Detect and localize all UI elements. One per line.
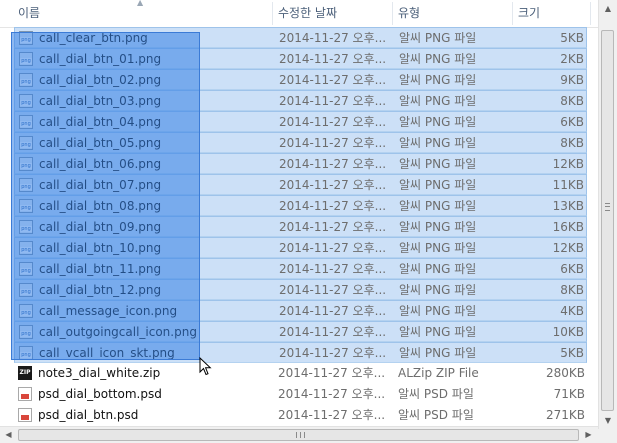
file-date: 2014-11-27 오후... [279, 346, 387, 360]
column-divider[interactable] [272, 2, 273, 25]
file-date: 2014-11-27 오후... [279, 262, 387, 276]
scroll-grip-icon [296, 432, 305, 438]
zip-file-icon [18, 366, 32, 380]
column-divider[interactable] [392, 2, 393, 25]
file-type: 알씨 PNG 파일 [399, 241, 477, 255]
file-size: 4KB [560, 304, 584, 318]
file-size: 271KB [545, 408, 585, 422]
file-date: 2014-11-27 오후... [279, 283, 387, 297]
psd-file-icon [18, 408, 32, 422]
file-type: 알씨 PNG 파일 [399, 304, 477, 318]
file-size: 9KB [560, 73, 584, 87]
file-date: 2014-11-27 오후... [278, 408, 386, 422]
column-header-name-label: 이름 [18, 6, 41, 20]
file-date: 2014-11-27 오후... [279, 325, 387, 339]
file-type: 알씨 PNG 파일 [399, 31, 477, 45]
file-type: ALZip ZIP File [398, 366, 479, 380]
file-type: 알씨 PSD 파일 [398, 408, 474, 422]
file-type: 알씨 PNG 파일 [399, 52, 477, 66]
file-type: 알씨 PNG 파일 [399, 115, 477, 129]
scroll-grip-icon [605, 203, 610, 211]
file-row[interactable]: psd_dial_btn.psd 2014-11-27 오후... 알씨 PSD 파… [14, 405, 587, 426]
psd-file-icon [18, 387, 32, 401]
file-date: 2014-11-27 오후... [279, 94, 387, 108]
file-date: 2014-11-27 오후... [279, 136, 387, 150]
column-header: 이름 ▲ 수정한 날짜 유형 크기 [0, 0, 598, 28]
file-size: 12KB [552, 157, 584, 171]
file-date: 2014-11-27 오후... [279, 199, 387, 213]
file-type: 알씨 PNG 파일 [399, 283, 477, 297]
file-size: 8KB [560, 94, 584, 108]
file-size: 16KB [552, 220, 584, 234]
file-size: 5KB [560, 31, 584, 45]
file-type: 알씨 PSD 파일 [398, 387, 474, 401]
file-type: 알씨 PNG 파일 [399, 199, 477, 213]
file-size: 6KB [560, 262, 584, 276]
file-size: 2KB [560, 52, 584, 66]
file-type: 알씨 PNG 파일 [399, 73, 477, 87]
horizontal-scroll-thumb[interactable] [18, 429, 579, 441]
file-type: 알씨 PNG 파일 [399, 220, 477, 234]
file-size: 5KB [560, 346, 584, 360]
file-name: psd_dial_btn.psd [38, 408, 139, 422]
file-type: 알씨 PNG 파일 [399, 94, 477, 108]
file-type: 알씨 PNG 파일 [399, 325, 477, 339]
file-row[interactable]: psd_dial_bottom.psd 2014-11-27 오후... 알씨 PS… [14, 384, 587, 405]
file-type: 알씨 PNG 파일 [399, 262, 477, 276]
file-type: 알씨 PNG 파일 [399, 178, 477, 192]
file-name: psd_dial_bottom.psd [38, 387, 162, 401]
file-size: 6KB [560, 115, 584, 129]
file-type: 알씨 PNG 파일 [399, 157, 477, 171]
file-date: 2014-11-27 오후... [279, 241, 387, 255]
file-row[interactable]: note3_dial_white.zip 2014-11-27 오후... ALZi… [14, 363, 587, 384]
file-type: 알씨 PNG 파일 [399, 346, 477, 360]
horizontal-scrollbar[interactable]: ◀ ▶ [0, 426, 598, 443]
selection-marquee [11, 32, 200, 360]
file-size: 8KB [560, 136, 584, 150]
file-date: 2014-11-27 오후... [279, 52, 387, 66]
column-header-date-label: 수정한 날짜 [278, 6, 338, 20]
file-date: 2014-11-27 오후... [279, 115, 387, 129]
scroll-up-arrow-icon[interactable]: ▲ [599, 0, 617, 17]
sort-up-arrow-icon: ▲ [137, 0, 144, 7]
column-divider[interactable] [512, 2, 513, 25]
mouse-cursor-icon [199, 357, 212, 376]
file-date: 2014-11-27 오후... [279, 178, 387, 192]
column-header-size[interactable]: 크기 [514, 0, 590, 27]
file-size: 11KB [552, 178, 584, 192]
column-header-type[interactable]: 유형 [394, 0, 512, 27]
scroll-down-arrow-icon[interactable]: ▼ [599, 412, 617, 429]
file-size: 8KB [560, 283, 584, 297]
file-date: 2014-11-27 오후... [278, 387, 386, 401]
column-header-date[interactable]: 수정한 날짜 [274, 0, 392, 27]
scrollbar-corner [598, 429, 617, 443]
column-header-type-label: 유형 [398, 6, 421, 20]
scroll-left-arrow-icon[interactable]: ◀ [0, 427, 17, 443]
file-date: 2014-11-27 오후... [279, 31, 387, 45]
file-size: 13KB [552, 199, 584, 213]
file-name: note3_dial_white.zip [38, 366, 161, 380]
file-size: 71KB [553, 387, 585, 401]
file-size: 280KB [545, 366, 585, 380]
file-date: 2014-11-27 오후... [278, 366, 386, 380]
file-date: 2014-11-27 오후... [279, 157, 387, 171]
vertical-scroll-thumb[interactable] [601, 30, 614, 411]
vertical-scrollbar[interactable]: ▲ ▼ [598, 0, 617, 429]
scroll-right-arrow-icon[interactable]: ▶ [580, 427, 597, 443]
file-date: 2014-11-27 오후... [279, 220, 387, 234]
column-header-size-label: 크기 [518, 6, 541, 20]
column-divider[interactable] [590, 2, 591, 25]
file-type: 알씨 PNG 파일 [399, 136, 477, 150]
file-size: 12KB [552, 241, 584, 255]
file-date: 2014-11-27 오후... [279, 304, 387, 318]
file-size: 10KB [552, 325, 584, 339]
file-date: 2014-11-27 오후... [279, 73, 387, 87]
